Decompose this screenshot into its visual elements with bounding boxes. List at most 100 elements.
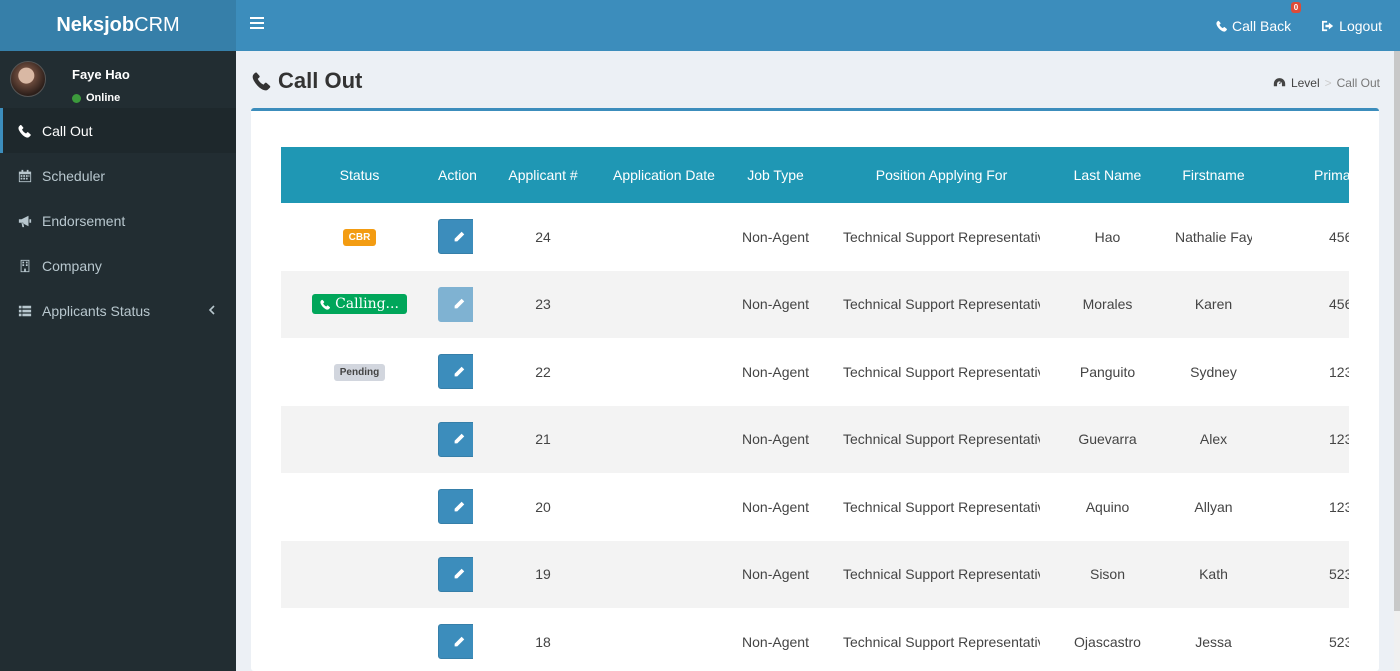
- cell-job-type: Non-Agent: [708, 540, 843, 608]
- status-badge-pending: Pending: [333, 364, 386, 382]
- breadcrumb: Level > Call Out: [1273, 76, 1380, 90]
- column-header-position[interactable]: Position Applying For: [843, 147, 1040, 203]
- phone-icon: [252, 72, 271, 91]
- cell-position: Technical Support Representative: [843, 363, 1040, 380]
- sidebar-item-label: Call Out: [42, 122, 93, 139]
- top-navbar: Call Back 0 Logout: [236, 0, 1400, 51]
- cell-last-name: Panguito: [1079, 363, 1136, 380]
- cell-firstname: Kath: [1175, 540, 1252, 608]
- cell-last-name: Ojascastro: [1074, 633, 1141, 650]
- cell-action: [438, 608, 473, 671]
- cell-position: Technical Support Representative: [843, 405, 1040, 473]
- brand-bold: Neksjob: [56, 14, 135, 36]
- cell-job-type: Non-Agent: [708, 270, 843, 338]
- cell-applicant-number: 24: [535, 228, 551, 245]
- edit-button[interactable]: [438, 354, 473, 390]
- phone-icon: [1216, 20, 1227, 32]
- sidebar-item-label: Applicants Status: [42, 302, 151, 319]
- pencil-icon: [454, 569, 465, 579]
- content-header: Call Out Level > Call Out: [236, 51, 1400, 107]
- column-header-action[interactable]: Action: [438, 147, 477, 203]
- cell-last-name: Hao: [1094, 228, 1121, 245]
- cell-firstname: Jessa: [1195, 633, 1232, 650]
- sidebar-toggle-icon[interactable]: [250, 17, 264, 31]
- edit-button[interactable]: [438, 624, 473, 660]
- cell-primary-contact: 123: [1329, 498, 1349, 515]
- column-header-firstname[interactable]: Firstname: [1175, 147, 1252, 203]
- sidebar-item-endorsement[interactable]: Endorsement: [0, 198, 236, 243]
- cell-action: [438, 338, 473, 406]
- cell-application-date: [613, 338, 708, 406]
- edit-button[interactable]: [438, 421, 473, 457]
- breadcrumb-separator: >: [1324, 76, 1332, 90]
- list-icon: [18, 305, 32, 316]
- cell-status: CBR: [281, 203, 438, 271]
- edit-button[interactable]: [438, 219, 473, 255]
- sidebar: Faye Hao Online Call Out Scheduler Endor…: [0, 51, 236, 671]
- column-header-status[interactable]: Status: [281, 147, 438, 203]
- cell-action: [438, 540, 473, 608]
- cell-action: [438, 270, 473, 338]
- cell-position: Technical Support Representative: [843, 633, 1040, 650]
- table-scroll-area[interactable]: Status Action Applicant # Application Da…: [281, 147, 1349, 671]
- cell-applicant-number: 20: [535, 498, 551, 515]
- pencil-icon: [454, 366, 465, 377]
- cell-application-date: [613, 203, 708, 271]
- user-status: Online: [72, 92, 120, 104]
- cell-application-date: [613, 473, 708, 541]
- column-header-last-name[interactable]: Last Name: [1040, 147, 1175, 203]
- building-icon: [20, 259, 30, 272]
- table-header-row: Status Action Applicant # Application Da…: [281, 147, 1349, 203]
- edit-button[interactable]: [438, 556, 473, 592]
- column-header-job-type[interactable]: Job Type: [708, 147, 843, 203]
- cell-status: [281, 608, 438, 671]
- cell-primary-contact: 5234: [1329, 633, 1349, 650]
- cell-primary-contact: 5234: [1252, 540, 1349, 608]
- cell-firstname: Alex: [1175, 405, 1252, 473]
- cell-job-type: Non-Agent: [742, 363, 809, 380]
- cell-applicant-number: 19: [473, 540, 613, 608]
- cell-status: [281, 473, 438, 541]
- sidebar-item-applicants-status[interactable]: Applicants Status: [0, 288, 236, 333]
- chevron-left-icon[interactable]: [208, 303, 216, 317]
- table-row: 18 Non-Agent Technical Support Representat…: [281, 608, 1349, 671]
- column-header-application-date[interactable]: Application Date: [613, 147, 715, 203]
- content-box: Status Action Applicant # Application Da…: [251, 108, 1379, 671]
- column-header-applicant-number[interactable]: Applicant #: [473, 147, 613, 203]
- cell-application-date: [613, 270, 708, 338]
- status-badge-cbr: CBR: [342, 229, 377, 247]
- edit-button[interactable]: [438, 489, 473, 525]
- app-logo[interactable]: Neksjob CRM: [0, 0, 236, 51]
- sidebar-item-call-out[interactable]: Call Out: [0, 108, 236, 153]
- status-badge-text: Calling...: [335, 296, 399, 313]
- cell-applicant-number: 21: [473, 405, 613, 473]
- online-dot-icon: [72, 93, 81, 103]
- page-scrollbar-thumb[interactable]: [1394, 51, 1400, 611]
- breadcrumb-root[interactable]: Level: [1291, 76, 1320, 90]
- cell-firstname: Nathalie Faye: [1175, 228, 1252, 245]
- cell-last-name: Guevarra: [1040, 405, 1175, 473]
- cell-position: Technical Support Representative: [843, 498, 1040, 515]
- call-back-label: Call Back: [1232, 17, 1292, 34]
- phone-icon: [320, 299, 331, 310]
- bullhorn-icon: [18, 215, 32, 227]
- cell-job-type: Non-Agent: [742, 498, 809, 515]
- breadcrumb-current: Call Out: [1336, 76, 1380, 90]
- logout-icon: [1322, 20, 1334, 31]
- table-row: Calling... 23 Non-Agent Technical Support R…: [281, 270, 1349, 338]
- cell-position: Technical Support Representative: [843, 540, 1040, 608]
- edit-button[interactable]: [438, 286, 473, 322]
- cell-job-type: Non-Agent: [742, 633, 809, 650]
- column-header-primary-contact[interactable]: Primary C: [1252, 147, 1349, 203]
- logout-link[interactable]: Logout: [1321, 18, 1382, 34]
- sidebar-item-company[interactable]: Company: [0, 243, 236, 288]
- calendar-icon: [18, 169, 32, 182]
- call-back-link[interactable]: Call Back 0: [1216, 1, 1302, 34]
- cell-applicant-number: 22: [535, 363, 551, 380]
- cell-position: Technical Support Representative: [843, 228, 1040, 245]
- sidebar-item-scheduler[interactable]: Scheduler: [0, 153, 236, 198]
- cell-application-date: [613, 540, 708, 608]
- cell-applicant-number: 23: [473, 270, 613, 338]
- page-title-text: Call Out: [278, 68, 363, 93]
- sidebar-item-label: Scheduler: [42, 167, 106, 184]
